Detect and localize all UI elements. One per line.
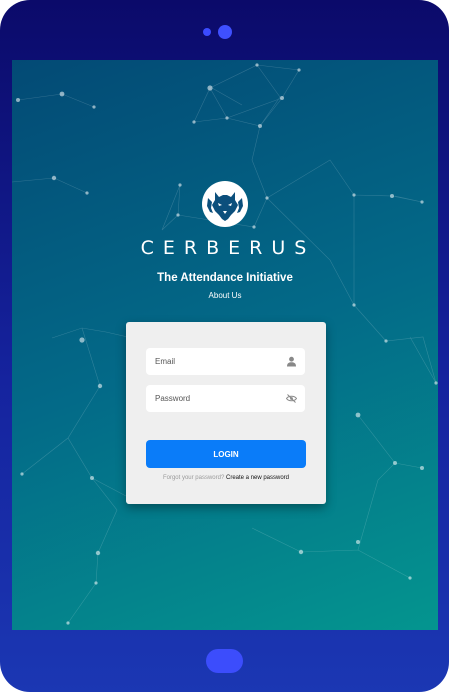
login-screen: CERBERUS The Attendance Initiative About… xyxy=(12,60,438,630)
email-input[interactable] xyxy=(146,348,285,375)
create-password-link[interactable]: Create a new password xyxy=(226,475,289,481)
user-icon xyxy=(287,356,296,367)
app-tagline: The Attendance Initiative xyxy=(157,272,293,284)
home-button[interactable] xyxy=(206,649,243,673)
app-name: CERBERUS xyxy=(140,237,316,259)
password-input[interactable] xyxy=(146,385,285,412)
eye-slash-icon[interactable] xyxy=(286,393,297,404)
camera-dot xyxy=(218,25,232,39)
forgot-password-text: Forgot your password? xyxy=(162,475,226,481)
three-headed-dog-icon xyxy=(202,181,248,227)
tablet-frame: CERBERUS The Attendance Initiative About… xyxy=(0,0,449,692)
email-field[interactable] xyxy=(146,348,305,375)
sensor-dot xyxy=(203,28,211,36)
password-field[interactable] xyxy=(146,385,305,412)
forgot-password-row: Forgot your password? Create a new passw… xyxy=(126,475,326,481)
about-us-link[interactable]: About Us xyxy=(12,291,438,300)
login-button[interactable]: LOGIN xyxy=(146,440,306,468)
login-card: LOGIN Forgot your password? Create a new… xyxy=(126,322,326,504)
